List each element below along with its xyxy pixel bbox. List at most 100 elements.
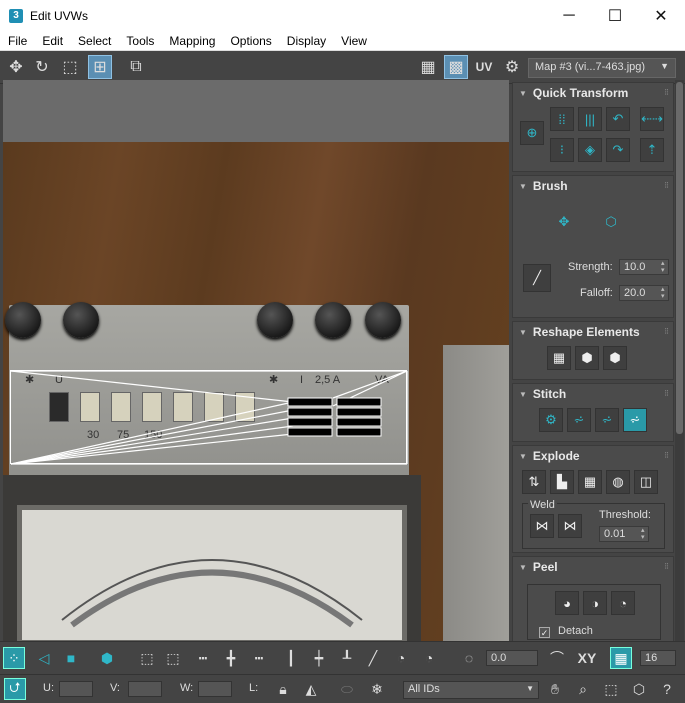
show-map-icon[interactable]: ▩: [444, 55, 468, 79]
straighten-icon[interactable]: ◈: [578, 138, 602, 162]
polygon-mode-icon[interactable]: ■: [60, 647, 82, 669]
pan-icon[interactable]: ✋︎: [544, 678, 566, 700]
uv-toggle[interactable]: UV: [472, 55, 496, 79]
break-icon[interactable]: ◫: [634, 470, 658, 494]
mirror-icon[interactable]: ⧉: [124, 55, 148, 79]
break-by-smoothing-icon[interactable]: ▙: [550, 470, 574, 494]
drag-handle-icon[interactable]: ⁝⁝: [664, 388, 669, 399]
scale-icon[interactable]: ⬚: [58, 55, 82, 79]
menu-view[interactable]: View: [333, 34, 374, 48]
grid-count-spinner[interactable]: 16: [640, 650, 676, 666]
rotate-cw-icon[interactable]: ↷: [606, 138, 630, 162]
uv-viewport[interactable]: ✱ U ✱ I 2,5 A VA 30 75 150: [3, 80, 509, 641]
hide-icon[interactable]: ⬭: [336, 678, 358, 700]
weld-selected-icon[interactable]: ⋈: [530, 514, 554, 538]
paint-select-grow-icon[interactable]: ◔: [390, 647, 412, 669]
zoom-region-icon[interactable]: ⬚: [600, 678, 622, 700]
loop-icon[interactable]: ┅: [248, 647, 270, 669]
break-by-material-icon[interactable]: ▦: [578, 470, 602, 494]
point-to-point-icon[interactable]: ┿: [308, 647, 330, 669]
space-vertical-icon[interactable]: ⇡: [640, 138, 664, 162]
show-hidden-icon[interactable]: ◭: [300, 678, 322, 700]
ring-shrink-icon[interactable]: ┅: [192, 647, 214, 669]
help-icon[interactable]: ?: [656, 678, 678, 700]
straighten-selection-icon[interactable]: ▦: [547, 346, 571, 370]
stitch-source-icon[interactable]: ⩫: [623, 408, 647, 432]
menu-file[interactable]: File: [0, 34, 34, 48]
minimize-button[interactable]: ─: [546, 0, 592, 31]
threshold-spinner[interactable]: 0.01: [599, 526, 649, 542]
rollout-header-peel[interactable]: ▼ Peel: [513, 557, 673, 577]
freeform-mode-icon[interactable]: ⊞: [88, 55, 112, 79]
flatten-icon[interactable]: ◍: [606, 470, 630, 494]
rollout-header-explode[interactable]: ▼ Explode: [513, 446, 673, 466]
rollout-header-reshape[interactable]: ▼ Reshape Elements: [513, 322, 673, 342]
drag-handle-icon[interactable]: ⁝⁝: [664, 561, 669, 572]
edge-loop-icon[interactable]: ┸: [336, 647, 358, 669]
close-button[interactable]: ✕: [638, 0, 684, 31]
quick-peel-icon[interactable]: ◕: [555, 591, 579, 615]
menu-select[interactable]: Select: [70, 34, 118, 48]
zoom-icon[interactable]: ⌕: [572, 678, 594, 700]
maximize-button[interactable]: ☐: [592, 0, 638, 31]
relax-icon[interactable]: ⬢: [575, 346, 599, 370]
drag-handle-icon[interactable]: ⁝⁝: [664, 87, 669, 98]
menu-tools[interactable]: Tools: [118, 34, 161, 48]
peel-mode-icon[interactable]: ◑: [583, 591, 607, 615]
loop-grow-icon[interactable]: ┃: [280, 647, 302, 669]
rollout-header-quick-transform[interactable]: ▼ Quick Transform: [513, 83, 673, 103]
align-vertical-icon[interactable]: |||: [578, 107, 602, 131]
rotate-icon[interactable]: ↻: [30, 55, 54, 79]
brush-falloff-icon[interactable]: ╱: [523, 264, 551, 292]
drag-handle-icon[interactable]: ⁝⁝: [664, 180, 669, 191]
reset-peel-icon[interactable]: ◔: [611, 591, 635, 615]
paint-select-icon[interactable]: ╱: [362, 647, 384, 669]
pivot-icon[interactable]: ⊕: [520, 121, 544, 145]
panel-scrollbar[interactable]: [675, 80, 684, 641]
edge-mode-icon[interactable]: ◁: [33, 647, 55, 669]
stitch-custom-icon[interactable]: ⚙: [539, 408, 563, 432]
u-field[interactable]: [59, 681, 93, 697]
align-to-edge-icon[interactable]: ⁝: [550, 138, 574, 162]
menu-display[interactable]: Display: [279, 34, 333, 48]
detach-checkbox[interactable]: ✓: [539, 627, 550, 638]
menu-mapping[interactable]: Mapping: [161, 34, 222, 48]
shrink-selection-icon[interactable]: ⬚: [162, 647, 184, 669]
break-by-polygon-icon[interactable]: ⇅: [522, 470, 546, 494]
align-horizontal-icon[interactable]: ⁞⁞: [550, 107, 574, 131]
falloff-spinner[interactable]: 20.0: [619, 285, 669, 301]
zoom-extents-icon[interactable]: ⬡: [628, 678, 650, 700]
v-field[interactable]: [128, 681, 162, 697]
grid-snap-icon[interactable]: ▦: [610, 647, 632, 669]
vertex-mode-icon[interactable]: ⁘: [3, 647, 25, 669]
rollout-header-stitch[interactable]: ▼ Stitch: [513, 384, 673, 404]
relax-settings-icon[interactable]: ⬢: [603, 346, 627, 370]
checker-pattern-icon[interactable]: ▦: [416, 55, 440, 79]
id-filter-dropdown[interactable]: All IDs ▼: [403, 681, 539, 699]
rotate-spinner[interactable]: 0.0: [486, 650, 538, 666]
drag-handle-icon[interactable]: ⁝⁝: [664, 450, 669, 461]
weld-threshold-icon[interactable]: ⋈: [558, 514, 582, 538]
freeze-icon[interactable]: ❄: [366, 678, 388, 700]
stitch-average-icon[interactable]: ⩫: [595, 408, 619, 432]
rotate-ccw-icon[interactable]: ↶: [606, 107, 630, 131]
ring-grow-icon[interactable]: ╋: [220, 647, 242, 669]
drag-handle-icon[interactable]: ⁝⁝: [664, 326, 669, 337]
transform-mode-icon[interactable]: ⮍: [4, 678, 26, 700]
arc-rotate-icon[interactable]: ⌒: [546, 647, 568, 669]
lock-icon[interactable]: 🔒︎: [272, 678, 294, 700]
paint-move-icon[interactable]: ✥: [552, 210, 576, 234]
menu-options[interactable]: Options: [222, 34, 278, 48]
space-horizontal-icon[interactable]: ⇠⇢: [640, 107, 664, 131]
relax-brush-icon[interactable]: ⬡: [599, 210, 623, 234]
xy-button[interactable]: XY: [574, 647, 600, 669]
element-mode-icon[interactable]: ⬢: [96, 647, 118, 669]
stitch-target-icon[interactable]: ⩫: [567, 408, 591, 432]
paint-select-shrink-icon[interactable]: ◔: [418, 647, 440, 669]
rollout-header-brush[interactable]: ▼ Brush: [513, 176, 673, 196]
menu-edit[interactable]: Edit: [34, 34, 70, 48]
move-icon[interactable]: ✥: [4, 55, 28, 79]
strength-spinner[interactable]: 10.0: [619, 259, 669, 275]
scrollbar-thumb[interactable]: [676, 82, 683, 434]
grow-selection-icon[interactable]: ⬚: [136, 647, 158, 669]
